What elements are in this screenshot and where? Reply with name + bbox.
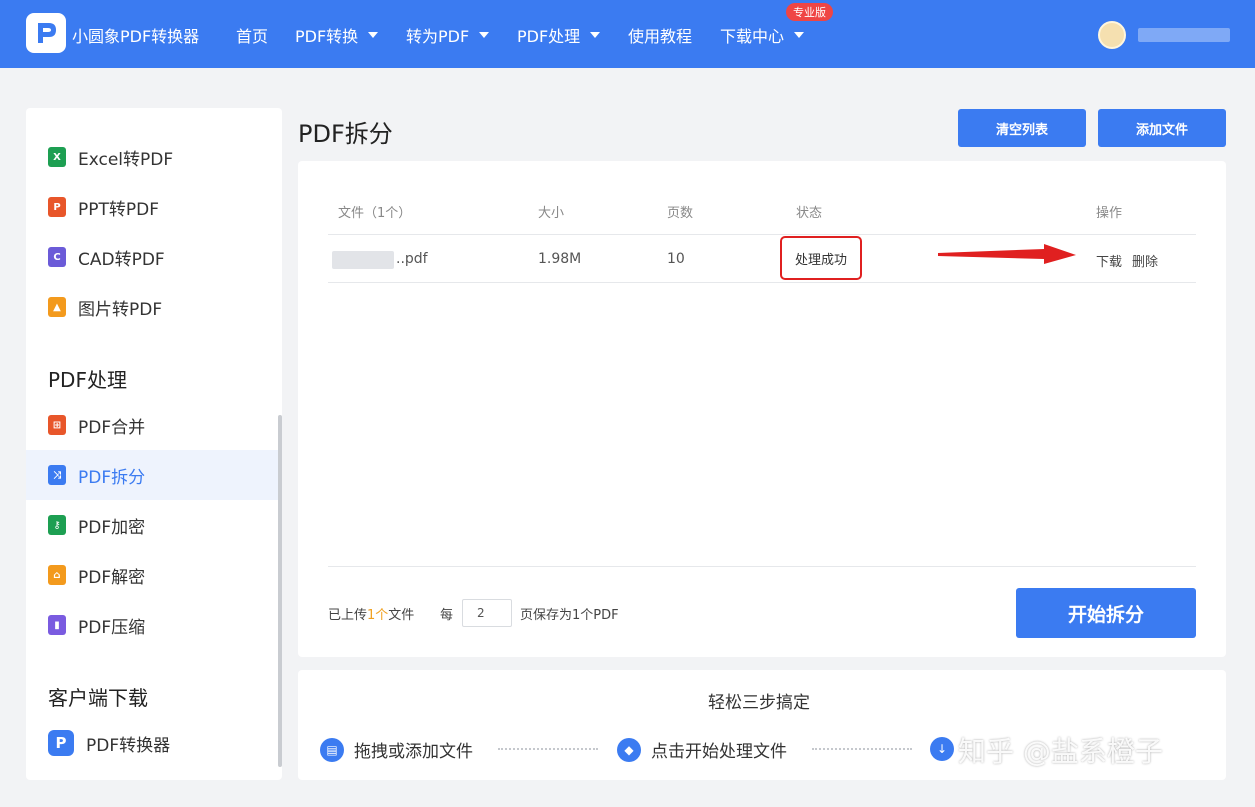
upload-count-text: 已上传1个文件 xyxy=(328,604,414,623)
sidebar-item-label: PDF拆分 xyxy=(78,467,146,488)
download-link[interactable]: 下载 xyxy=(1096,251,1122,270)
sidebar-item-cad-to-pdf[interactable]: C CAD转PDF xyxy=(26,232,282,282)
save-as-label: 页保存为1个PDF xyxy=(520,608,619,623)
sidebar-item-label: PDF合并 xyxy=(78,417,146,438)
sidebar-item-label: PDF压缩 xyxy=(78,617,146,638)
unlock-icon: ⌂ xyxy=(48,565,66,585)
chevron-down-icon xyxy=(479,32,490,38)
nav-pdf-process[interactable]: PDF处理 xyxy=(517,23,601,47)
col-header-ops: 操作 xyxy=(1096,206,1123,221)
step-connector xyxy=(812,748,912,750)
cad-icon: C xyxy=(48,247,66,267)
sidebar-item-label: Excel转PDF xyxy=(78,149,174,170)
nav-home[interactable]: 首页 xyxy=(236,23,268,47)
avatar[interactable] xyxy=(1098,21,1126,49)
add-file-button[interactable]: 添加文件 xyxy=(1098,109,1226,147)
col-header-file: 文件（1个） xyxy=(338,206,412,221)
table-divider xyxy=(328,234,1196,235)
upload-suffix: 文件 xyxy=(388,608,415,623)
ppt-icon: P xyxy=(48,197,66,217)
upload-count: 1个 xyxy=(367,608,389,623)
nav-pdf-convert[interactable]: PDF转换 xyxy=(295,23,379,47)
sidebar-section-client-download: 客户端下载 xyxy=(48,686,148,710)
file-icon: ▤ xyxy=(320,737,344,762)
sidebar-section-pdf-process: PDF处理 xyxy=(48,368,127,392)
sidebar-item-label: PDF解密 xyxy=(78,567,146,588)
merge-icon: ⊞ xyxy=(48,415,66,435)
annotation-arrow-icon xyxy=(938,244,1076,264)
file-name: ..pdf xyxy=(396,251,428,267)
step-2: ◆ 点击开始处理文件 xyxy=(617,737,787,762)
file-panel xyxy=(298,161,1226,657)
clear-list-button[interactable]: 清空列表 xyxy=(958,109,1086,147)
status-badge: 处理成功 xyxy=(780,236,862,280)
step-1: ▤ 拖拽或添加文件 xyxy=(320,737,473,762)
steps-title: 轻松三步搞定 xyxy=(708,693,810,713)
top-navbar: 小圆象PDF转换器 首页 PDF转换 转为PDF PDF处理 使用教程 下载中心… xyxy=(0,0,1255,68)
sidebar-item-image-to-pdf[interactable]: ▲ 图片转PDF xyxy=(26,282,282,332)
pro-badge: 专业版 xyxy=(786,3,833,21)
brand-name[interactable]: 小圆象PDF转换器 xyxy=(72,23,199,47)
sidebar-item-pdf-decrypt[interactable]: ⌂ PDF解密 xyxy=(26,550,282,600)
nav-download-center[interactable]: 下载中心 xyxy=(720,23,805,47)
upload-prefix: 已上传 xyxy=(328,608,368,623)
col-header-status: 状态 xyxy=(796,206,823,221)
sidebar-item-pdf-converter-download[interactable]: P PDF转换器 xyxy=(26,718,282,768)
sidebar-scrollbar[interactable] xyxy=(278,415,282,767)
split-icon: ⤨ xyxy=(48,465,66,485)
sidebar-item-label: PDF转换器 xyxy=(86,735,171,756)
chevron-down-icon xyxy=(794,32,805,38)
step-connector xyxy=(498,748,598,750)
nav-to-pdf[interactable]: 转为PDF xyxy=(406,23,490,47)
process-icon: ◆ xyxy=(617,737,641,762)
file-pages: 10 xyxy=(667,251,685,267)
sidebar-item-pdf-split[interactable]: ⤨ PDF拆分 xyxy=(26,450,278,500)
pages-per-pdf-input[interactable] xyxy=(462,599,512,627)
download-icon: ↓ xyxy=(930,737,954,761)
step-label: 点击开始处理文件 xyxy=(651,742,787,762)
chevron-down-icon xyxy=(368,32,379,38)
sidebar-item-ppt-to-pdf[interactable]: P PPT转PDF xyxy=(26,182,282,232)
image-icon: ▲ xyxy=(48,297,66,317)
page-title: PDF拆分 xyxy=(298,120,393,148)
compress-icon: ▮ xyxy=(48,615,66,635)
chevron-down-icon xyxy=(590,32,601,38)
excel-icon: X xyxy=(48,147,66,167)
step-label: 拖拽或添加文件 xyxy=(354,742,473,762)
sidebar-item-excel-to-pdf[interactable]: X Excel转PDF xyxy=(26,132,282,182)
sidebar-item-label: PDF加密 xyxy=(78,517,146,538)
col-header-size: 大小 xyxy=(538,206,565,221)
panel-footer-divider xyxy=(328,566,1196,567)
sidebar-item-label: PPT转PDF xyxy=(78,199,160,220)
sidebar-item-pdf-encrypt[interactable]: ⚷ PDF加密 xyxy=(26,500,282,550)
logo-icon[interactable] xyxy=(26,13,66,53)
file-size: 1.98M xyxy=(538,251,582,267)
username-redacted[interactable] xyxy=(1138,28,1230,42)
sidebar-item-pdf-compress[interactable]: ▮ PDF压缩 xyxy=(26,600,282,650)
delete-link[interactable]: 删除 xyxy=(1132,251,1158,270)
sidebar-item-pdf-merge[interactable]: ⊞ PDF合并 xyxy=(26,400,282,450)
watermark: 知乎 @盐系橙子 xyxy=(958,735,1163,768)
every-label: 每 xyxy=(440,608,454,623)
file-name-redacted xyxy=(332,251,394,269)
sidebar-item-label: CAD转PDF xyxy=(78,249,165,270)
table-row-divider xyxy=(328,282,1196,283)
lock-icon: ⚷ xyxy=(48,515,66,535)
sidebar-item-label: 图片转PDF xyxy=(78,299,163,320)
col-header-pages: 页数 xyxy=(667,206,694,221)
start-split-button[interactable]: 开始拆分 xyxy=(1016,588,1196,638)
nav-tutorial[interactable]: 使用教程 xyxy=(628,23,692,47)
app-logo-icon: P xyxy=(48,730,74,756)
